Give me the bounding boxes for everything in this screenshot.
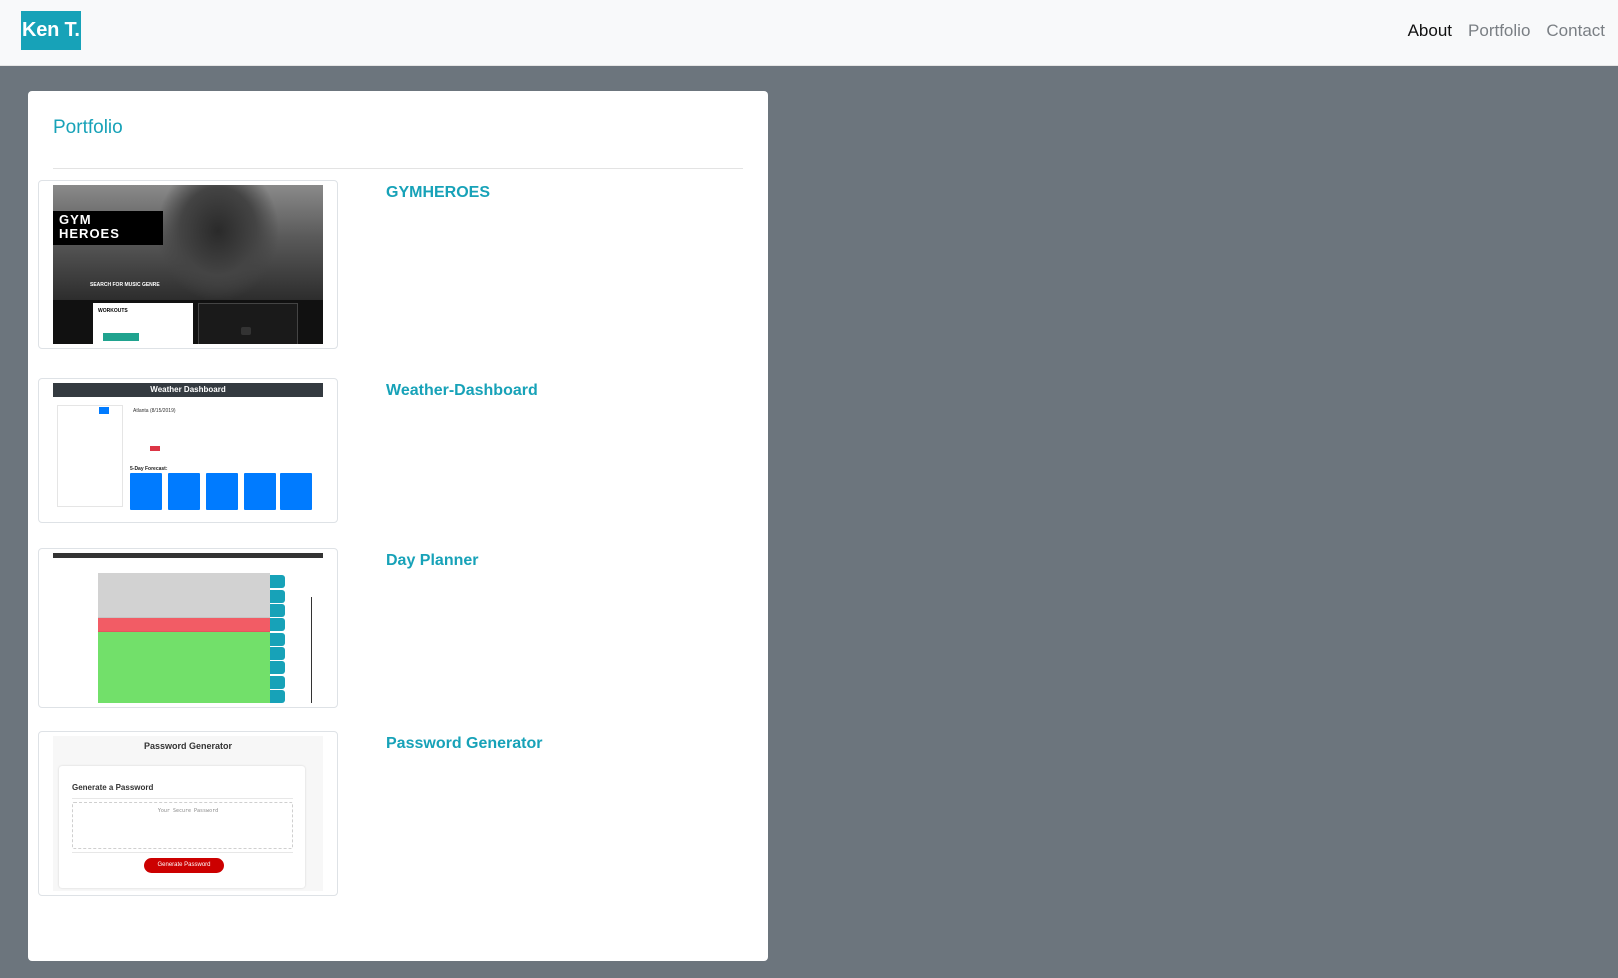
- project-title-gymheroes[interactable]: GYMHEROES: [386, 184, 490, 202]
- save-button: [270, 647, 285, 660]
- divider: [72, 852, 293, 853]
- project-title-weather-dashboard[interactable]: Weather-Dashboard: [386, 382, 538, 400]
- thumb-box-title: WORKOUTS: [98, 308, 128, 314]
- uv-badge: [150, 446, 160, 451]
- save-button: [270, 633, 285, 646]
- save-button: [270, 690, 285, 703]
- save-button: [270, 618, 285, 631]
- thumbnail-image: GYM HEROES SEARCH FOR MUSIC GENRE WORKOU…: [53, 185, 323, 344]
- thumb-header: Weather Dashboard: [53, 383, 323, 397]
- thumbnail-image: Weather Dashboard Atlanta (8/15/2019) 5-…: [53, 383, 323, 518]
- nav-links: About Portfolio Contact: [1408, 19, 1605, 43]
- planner-row-past: [98, 573, 270, 618]
- save-button: [270, 676, 285, 689]
- search-icon: [99, 407, 109, 414]
- thumb-logo: GYM HEROES: [59, 212, 120, 241]
- city-sidebar: [57, 405, 123, 507]
- project-thumbnail-password-generator[interactable]: Password Generator Generate a Password Y…: [38, 731, 338, 896]
- project-title-password-generator[interactable]: Password Generator: [386, 735, 543, 753]
- nav-link-contact[interactable]: Contact: [1546, 19, 1605, 43]
- navbar: Ken T. About Portfolio Contact: [0, 0, 1618, 66]
- portfolio-card: Portfolio GYM HEROES SEARCH FOR MUSIC GE…: [28, 91, 768, 961]
- nav-link-about[interactable]: About: [1408, 19, 1452, 43]
- project-thumbnail-gymheroes[interactable]: GYM HEROES SEARCH FOR MUSIC GENRE WORKOU…: [38, 180, 338, 349]
- save-button: [270, 661, 285, 674]
- project-thumbnail-day-planner[interactable]: [38, 548, 338, 708]
- nav-link-portfolio[interactable]: Portfolio: [1468, 19, 1530, 43]
- thumb-search-heading: SEARCH FOR MUSIC GENRE: [90, 282, 160, 288]
- save-button: [270, 590, 285, 603]
- forecast-card: [206, 473, 238, 510]
- project-thumbnail-weather-dashboard[interactable]: Weather Dashboard Atlanta (8/15/2019) 5-…: [38, 378, 338, 523]
- thumb-box-button: [103, 333, 139, 341]
- athlete-figure: [158, 185, 278, 300]
- thumb-title: Password Generator: [143, 741, 233, 751]
- forecast-card: [168, 473, 200, 510]
- card-title: Portfolio: [53, 117, 123, 138]
- forecast-card: [130, 473, 162, 510]
- thumb-forecast-label: 5-Day Forecast:: [130, 466, 168, 472]
- save-button: [270, 575, 285, 588]
- video-box: [198, 303, 298, 344]
- thumb-generate-button: Generate Password: [144, 858, 224, 873]
- scroll-edge: [311, 597, 312, 703]
- project-title-day-planner[interactable]: Day Planner: [386, 552, 478, 570]
- planner-row-present: [98, 618, 270, 632]
- thumbnail-image: [53, 553, 323, 703]
- save-button: [270, 604, 285, 617]
- thumb-subtitle: Generate a Password: [72, 783, 154, 792]
- play-icon: [241, 327, 251, 335]
- card-divider: [53, 168, 743, 169]
- brand-link[interactable]: Ken T.: [21, 11, 81, 50]
- thumb-placeholder: Your Secure Password: [157, 808, 219, 814]
- browser-bar: [53, 553, 323, 558]
- thumbnail-image: Password Generator Generate a Password Y…: [53, 736, 323, 891]
- forecast-card: [244, 473, 276, 510]
- divider: [72, 798, 293, 799]
- thumb-city: Atlanta (8/15/2019): [133, 408, 176, 414]
- forecast-card: [280, 473, 312, 510]
- planner-row-future: [98, 632, 270, 703]
